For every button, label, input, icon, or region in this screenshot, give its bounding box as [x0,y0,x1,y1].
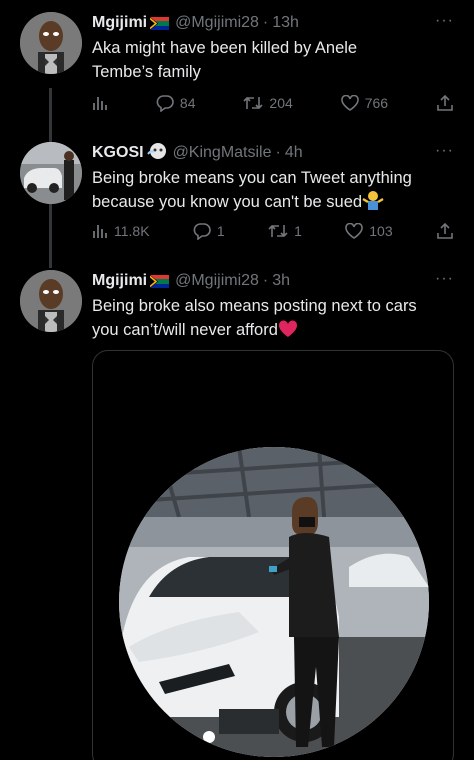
views-button[interactable] [92,95,108,111]
retweet-icon [243,96,263,110]
retweet-button[interactable]: 1 [268,223,302,239]
share-icon [437,94,453,111]
user-handle[interactable]: @Mgijimi28 [175,14,259,32]
separator-dot: · [262,14,269,31]
display-name[interactable]: Mgijimi [92,272,147,290]
share-button[interactable] [436,222,454,240]
separator-dot: · [262,272,269,289]
timestamp[interactable]: 13h [272,14,299,32]
separator-dot: · [275,144,281,161]
views-chart-icon [93,97,107,110]
avatar[interactable] [20,12,82,74]
retweet-count: 1 [294,223,302,239]
like-count: 766 [364,95,389,111]
timestamp[interactable]: 4h [285,144,303,162]
more-options-icon[interactable]: ··· [435,142,454,160]
more-options-icon[interactable]: ··· [435,12,454,30]
reply-button[interactable]: 1 [193,222,225,240]
tweet-2[interactable]: KGOSI @KingMatsile · 4h ··· Being broke … [0,142,474,252]
user-handle[interactable]: @Mgijimi28 [175,272,259,290]
retweet-count: 204 [269,95,293,111]
like-count: 103 [369,223,393,239]
tweet-text: Being broke means you can Tweet anything… [92,166,432,217]
display-name[interactable]: Mgijimi [92,14,147,32]
avatar[interactable] [20,142,82,204]
views-chart-icon [93,225,107,238]
timestamp[interactable]: 3h [272,272,290,290]
photo-man-with-car[interactable] [119,447,429,757]
reply-count: 1 [216,223,225,239]
avatar[interactable] [20,270,82,332]
views-count: 11.8K [114,223,150,239]
shrug-emoji-icon [362,190,384,217]
retweet-icon [268,224,288,238]
tweet-1[interactable]: Mgijimi @Mgijimi28 · 13h ··· Aka might h… [0,12,474,122]
more-options-icon[interactable]: ··· [435,270,454,288]
like-button[interactable]: 103 [345,223,393,239]
face-emoji-icon [146,142,167,165]
south-africa-flag-icon [149,274,170,288]
display-name[interactable]: KGOSI [92,144,144,162]
red-heart-emoji-icon [278,320,298,345]
reply-button[interactable]: 84 [156,94,196,112]
tweet-text: Being broke also means posting next to c… [92,294,442,345]
retweet-button[interactable]: 204 [243,95,293,111]
like-button[interactable]: 766 [340,95,389,111]
tweet-text-body: Being broke also means posting next to c… [92,297,417,339]
reply-icon [193,223,211,240]
user-handle[interactable]: @KingMatsile [173,144,272,162]
tweet-text: Aka might have been killed by Anele Temb… [92,39,358,81]
views-button[interactable]: 11.8K [92,223,150,239]
share-icon [437,222,453,239]
like-icon [340,95,359,111]
reply-icon [156,95,174,112]
like-icon [345,223,364,239]
south-africa-flag-icon [149,16,170,30]
reply-count: 84 [179,95,196,111]
tweet-media-attachment[interactable] [92,350,454,760]
share-button[interactable] [436,94,454,112]
